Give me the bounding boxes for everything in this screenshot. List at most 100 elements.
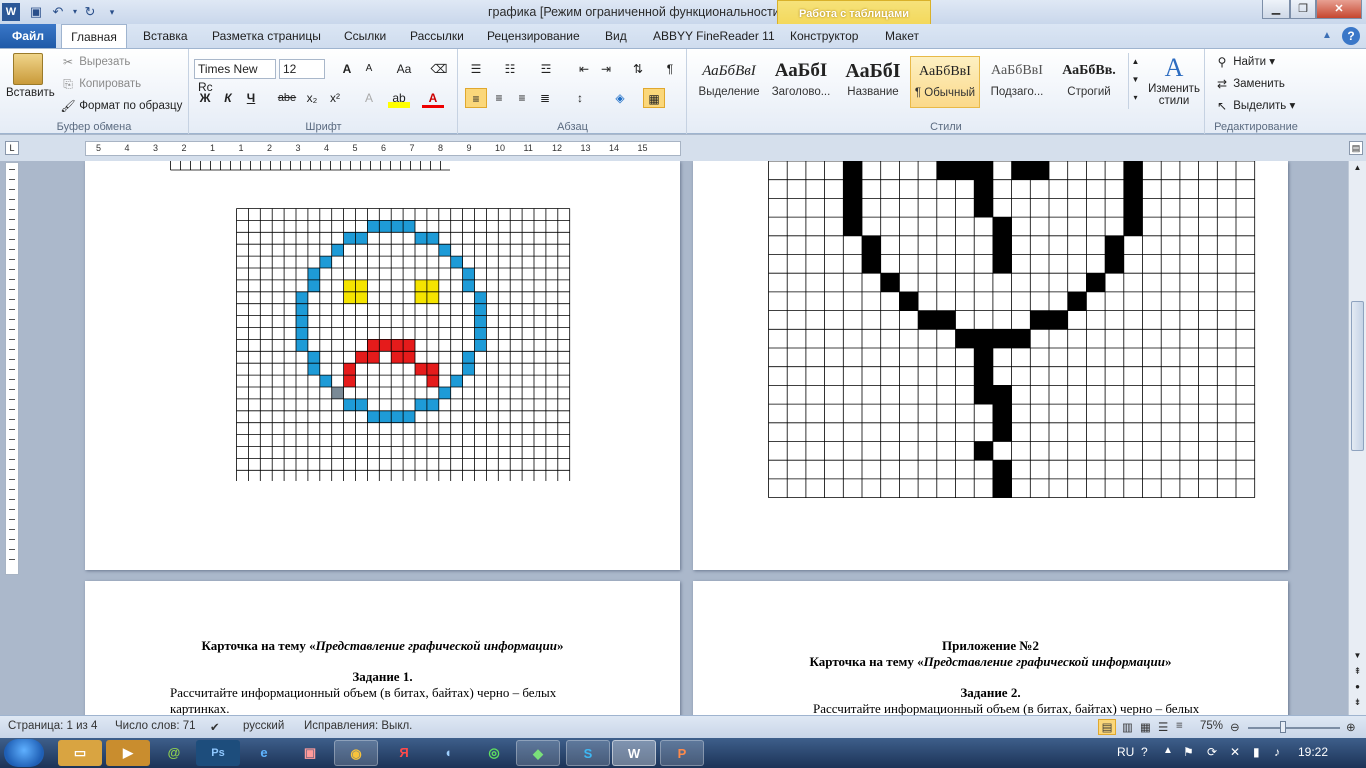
minimize-icon[interactable]: ▁	[1262, 0, 1290, 19]
tab-references[interactable]: Ссылки	[344, 24, 386, 48]
draft-icon[interactable]: ≡	[1176, 720, 1183, 732]
table-grid-fragment[interactable]	[170, 161, 450, 171]
underline-button[interactable]: Ч	[240, 88, 262, 108]
network-tray-icon[interactable]: ✕	[1230, 745, 1240, 759]
change-styles-button[interactable]: A Изменить стили	[1146, 53, 1202, 107]
zoom-level[interactable]: 75%	[1200, 720, 1223, 732]
borders-icon[interactable]: ▦	[643, 88, 665, 108]
scroll-up-icon[interactable]: ▲	[1351, 163, 1364, 175]
find-button[interactable]: ⚲ Найти ▾	[1214, 54, 1275, 70]
page-top-right[interactable]	[693, 161, 1288, 570]
justify-icon[interactable]: ≣	[534, 88, 556, 108]
subscript-button[interactable]: x₂	[301, 88, 323, 108]
pixel-grid-smiley[interactable]	[236, 208, 572, 481]
page-top-left[interactable]	[85, 161, 680, 570]
web-layout-icon[interactable]: ▦	[1140, 720, 1151, 734]
tab-layout[interactable]: Макет	[885, 24, 919, 48]
page-bottom-right[interactable]: Приложение №2 Карточка на тему «Представ…	[693, 581, 1288, 715]
font-name-combo[interactable]: Times New Rc	[194, 59, 276, 94]
full-screen-icon[interactable]: ▥	[1122, 720, 1133, 734]
flag-tray-icon[interactable]: ⚑	[1183, 745, 1194, 759]
word-count[interactable]: Число слов: 71	[115, 720, 196, 732]
bullets-icon[interactable]: ☰	[465, 59, 487, 79]
show-marks-icon[interactable]: ¶	[659, 59, 681, 79]
page-count[interactable]: Страница: 1 из 4	[8, 720, 97, 732]
photoshop-icon[interactable]: Ps	[196, 740, 240, 766]
tab-design[interactable]: Конструктор	[790, 24, 858, 48]
outline-icon[interactable]: ☰	[1158, 720, 1168, 734]
next-page-icon[interactable]: ⇟	[1351, 697, 1364, 711]
tab-insert[interactable]: Вставка	[143, 24, 188, 48]
style-heading[interactable]: АаБбI Заголово...	[766, 56, 836, 108]
tab-mailings[interactable]: Рассылки	[410, 24, 464, 48]
explorer-icon[interactable]: ▭	[58, 740, 102, 766]
style-normal[interactable]: АаБбВвІ ¶ Обычный	[910, 56, 980, 108]
strikethrough-button[interactable]: abe	[276, 88, 298, 108]
chrome-icon[interactable]: ◉	[334, 740, 378, 766]
shading-icon[interactable]: ◈	[609, 88, 631, 108]
superscript-button[interactable]: x²	[324, 88, 346, 108]
font-color-button[interactable]: A	[422, 88, 444, 108]
replace-button[interactable]: ⇄ Заменить	[1214, 76, 1285, 92]
scroll-down-icon[interactable]: ▼	[1351, 651, 1364, 663]
change-case-button[interactable]: Aa	[390, 59, 418, 79]
internet-icon[interactable]: @	[152, 740, 196, 766]
yandex-icon[interactable]: Я	[382, 740, 426, 766]
tab-review[interactable]: Рецензирование	[487, 24, 580, 48]
cut-button[interactable]: ✂ Вырезать	[60, 54, 130, 70]
tray-arrow-icon[interactable]: ▲	[1163, 745, 1173, 756]
clock[interactable]: 19:22	[1298, 745, 1328, 759]
start-button-icon[interactable]	[4, 739, 44, 767]
vertical-scrollbar[interactable]: ▲ ▼ ⇞ ● ⇟	[1348, 161, 1366, 715]
signal-tray-icon[interactable]: ▮	[1253, 745, 1260, 759]
sync-tray-icon[interactable]: ⟳	[1207, 745, 1217, 759]
powerpoint-icon[interactable]: P	[660, 740, 704, 766]
language-indicator[interactable]: русский	[243, 720, 284, 732]
restore-icon[interactable]: ❐	[1290, 0, 1316, 19]
paste-button[interactable]: Вставить	[6, 53, 55, 99]
zoom-thumb[interactable]	[1280, 721, 1286, 733]
minimize-ribbon-icon[interactable]: ▲	[1322, 24, 1332, 48]
tab-page-layout[interactable]: Разметка страницы	[212, 24, 321, 48]
help-icon[interactable]: ?	[1342, 27, 1360, 45]
media-icon[interactable]: ▶	[106, 740, 150, 766]
copy-button[interactable]: ⎘ Копировать	[60, 76, 141, 92]
tab-selector-icon[interactable]: L	[5, 141, 19, 155]
pixel-grid-figure[interactable]	[768, 161, 1256, 503]
browse-object-icon[interactable]: ●	[1351, 682, 1364, 694]
multilevel-list-icon[interactable]: ☲	[535, 59, 557, 79]
media-player-icon[interactable]: ◆	[516, 740, 560, 766]
proofing-icon[interactable]: ✔	[210, 720, 220, 734]
zoom-out-icon[interactable]: ⊖	[1230, 720, 1240, 734]
skype-icon[interactable]: S	[566, 740, 610, 766]
prev-page-icon[interactable]: ⇞	[1351, 666, 1364, 680]
horizontal-ruler[interactable]: 5 4 3 2 1 1 2 3 4 5 6 7 8 9 10 11 12 13 14 15	[85, 141, 681, 156]
track-changes-indicator[interactable]: Исправления: Выкл.	[304, 720, 412, 732]
align-center-icon[interactable]: ≡	[488, 88, 510, 108]
increase-indent-icon[interactable]: ⇥	[595, 59, 617, 79]
style-emphasis[interactable]: АаБбВвІ Выделение	[694, 56, 764, 108]
ie-icon[interactable]: e	[242, 740, 286, 766]
style-strong[interactable]: АаБбВв. Строгий	[1054, 56, 1124, 108]
decrease-indent-icon[interactable]: ⇤	[573, 59, 595, 79]
word-icon[interactable]: W	[612, 740, 656, 766]
tab-file[interactable]: Файл	[0, 24, 56, 48]
style-title[interactable]: АаБбI Название	[838, 56, 908, 108]
print-layout-icon[interactable]: ▤	[1098, 719, 1116, 735]
text-effects-icon[interactable]: A	[358, 88, 380, 108]
format-painter-button[interactable]: 🖌 Формат по образцу	[60, 98, 182, 114]
grow-font-button[interactable]: A	[336, 59, 358, 79]
clear-formatting-icon[interactable]: ⌫	[428, 59, 450, 79]
zoom-in-icon[interactable]: ⊕	[1346, 720, 1356, 734]
style-subtitle[interactable]: АаБбВвІ Подзаго...	[982, 56, 1052, 108]
scroll-thumb[interactable]	[1351, 301, 1364, 451]
document-area[interactable]: Карточка на тему «Представление графичес…	[22, 161, 1348, 715]
align-left-icon[interactable]: ≡	[465, 88, 487, 108]
align-right-icon[interactable]: ≡	[511, 88, 533, 108]
view-ruler-icon[interactable]: ▤	[1349, 141, 1363, 155]
styles-scroll-icon[interactable]: ▲ ▼ ▾	[1128, 53, 1142, 109]
bold-button[interactable]: Ж	[194, 88, 216, 108]
tab-abbyy[interactable]: ABBYY FineReader 11	[653, 24, 775, 48]
vertical-ruler[interactable]	[5, 162, 19, 575]
font-size-combo[interactable]: 12	[279, 59, 325, 79]
